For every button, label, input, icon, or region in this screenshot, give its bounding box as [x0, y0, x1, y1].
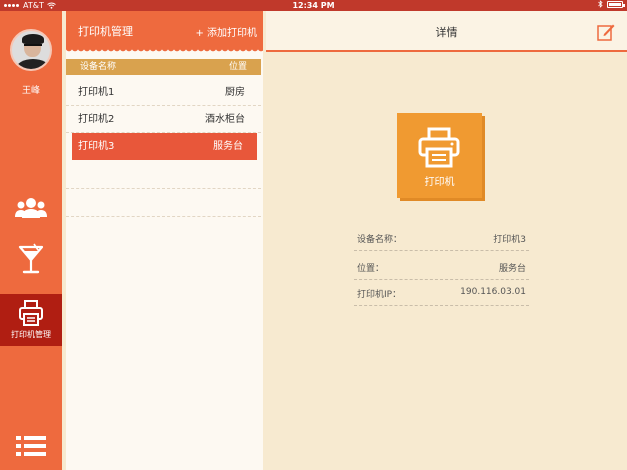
row-device-name: 打印机1: [78, 87, 115, 98]
column-device-name: 设备名称: [80, 62, 117, 72]
info-row-location: 位置： 服务台: [354, 251, 529, 280]
info-value: 打印机3: [493, 235, 526, 245]
battery-icon: [607, 0, 625, 8]
status-time: 12:34 PM: [292, 1, 335, 10]
printer-icon: [418, 127, 460, 168]
sidebar-item-drinks[interactable]: [0, 239, 62, 279]
table-header: 设备名称 位置: [66, 59, 261, 75]
row-location: 酒水柜台: [205, 114, 245, 125]
status-bar: AT&T 12:34 PM: [0, 0, 627, 11]
avatar[interactable]: [10, 29, 52, 71]
info-row-device-name: 设备名称： 打印机3: [354, 222, 529, 251]
column-location: 位置: [228, 62, 247, 72]
table-row[interactable]: 打印机2 酒水柜台: [66, 106, 261, 133]
list-menu-icon: [16, 436, 46, 456]
bluetooth-icon: [598, 0, 603, 8]
empty-row: [66, 161, 261, 189]
cocktail-icon: [18, 243, 44, 274]
list-title: 打印机管理: [78, 25, 133, 38]
table-row-selected[interactable]: 打印机3 服务台: [72, 133, 257, 160]
sidebar: 王峰 打印机管理: [0, 11, 62, 470]
row-location: 服务台: [213, 141, 243, 152]
info-key: 设备名称：: [357, 235, 403, 245]
detail-title: 详情: [435, 26, 458, 39]
header-scallop-edge: [66, 48, 263, 52]
printer-list-panel: 打印机管理 + 添加打印机 设备名称 位置 打印机1 厨房 打印机2 酒水柜台 …: [66, 11, 263, 470]
username: 王峰: [21, 86, 40, 96]
row-location: 厨房: [225, 87, 245, 98]
table-row[interactable]: 打印机1 厨房: [66, 79, 261, 106]
sidebar-item-menu[interactable]: [0, 431, 62, 461]
info-value: 190.116.03.01: [460, 287, 526, 297]
detail-panel: 详情 打印机 设备名称： 打印机3 位置： 服务台 打印机IP： 190.116…: [266, 11, 627, 470]
detail-header: 详情: [266, 11, 627, 52]
edit-icon[interactable]: [597, 23, 615, 41]
info-value: 服务台: [498, 264, 526, 274]
list-header: 打印机管理 + 添加打印机: [66, 11, 263, 48]
sidebar-item-printer-management[interactable]: 打印机管理: [0, 294, 62, 346]
printer-icon: [19, 300, 43, 326]
info-row-printer-ip: 打印机IP： 190.116.03.01: [354, 277, 529, 306]
users-icon: [15, 198, 47, 218]
sidebar-item-label: 打印机管理: [11, 330, 51, 339]
row-device-name: 打印机3: [78, 141, 115, 152]
empty-row: [66, 189, 261, 217]
info-key: 打印机IP：: [357, 290, 402, 300]
info-key: 位置：: [357, 264, 385, 274]
add-printer-button[interactable]: + 添加打印机: [195, 24, 257, 39]
printer-image-label: 打印机: [424, 177, 455, 188]
sidebar-item-staff[interactable]: [0, 191, 62, 225]
printer-image: 打印机: [397, 113, 482, 198]
status-right: [598, 0, 625, 8]
row-device-name: 打印机2: [78, 114, 115, 125]
